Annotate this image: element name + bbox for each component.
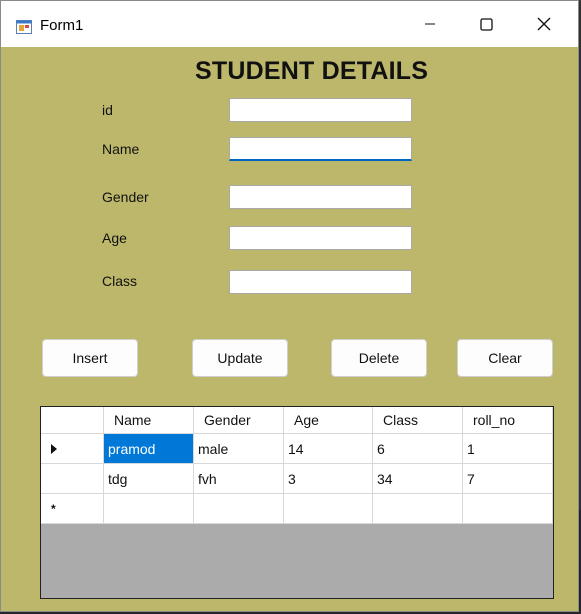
- grid-cell-gender[interactable]: [194, 494, 284, 524]
- gender-field[interactable]: [229, 185, 412, 209]
- grid-header-row: Name Gender Age Class roll_no: [41, 407, 553, 437]
- column-header-age[interactable]: Age: [284, 407, 373, 434]
- app-icon: [16, 20, 32, 34]
- column-header-roll-no[interactable]: roll_no: [463, 407, 553, 434]
- grid-cell-roll-no[interactable]: 1: [463, 434, 553, 464]
- gender-label: Gender: [102, 189, 149, 205]
- form-client-area: STUDENT DETAILS id Name Gender Age Class…: [1, 47, 578, 611]
- id-field[interactable]: [229, 98, 412, 122]
- maximize-button[interactable]: [457, 1, 515, 47]
- update-button[interactable]: Update: [192, 339, 288, 377]
- new-row[interactable]: *: [41, 494, 553, 524]
- class-label: Class: [102, 273, 138, 289]
- form1-window: Form1 STUDENT DETAILS id Name Gender Age…: [0, 0, 579, 612]
- grid-cell-name[interactable]: pramod: [104, 434, 194, 464]
- row-header[interactable]: [41, 434, 104, 464]
- page-title: STUDENT DETAILS: [195, 57, 429, 85]
- grid-cell-roll-no[interactable]: [463, 494, 553, 524]
- name-field[interactable]: [229, 137, 412, 161]
- grid-cell-roll-no[interactable]: 7: [463, 464, 553, 494]
- grid-cell-name[interactable]: tdg: [104, 464, 194, 494]
- new-row-star-icon: *: [51, 501, 56, 516]
- grid-cell-gender[interactable]: fvh: [194, 464, 284, 494]
- column-header-gender[interactable]: Gender: [194, 407, 284, 434]
- age-field[interactable]: [229, 226, 412, 250]
- minimize-button[interactable]: [401, 1, 459, 47]
- row-header[interactable]: [41, 464, 104, 494]
- current-row-arrow-icon: [51, 443, 57, 454]
- age-label: Age: [102, 230, 127, 246]
- close-button[interactable]: [515, 1, 573, 47]
- window-title: Form1: [40, 17, 84, 34]
- column-header-class[interactable]: Class: [373, 407, 463, 434]
- delete-button[interactable]: Delete: [331, 339, 427, 377]
- table-row[interactable]: tdg fvh 3 34 7: [41, 464, 553, 494]
- close-icon: [537, 17, 551, 31]
- grid-cell-age[interactable]: [284, 494, 373, 524]
- grid-cell-gender[interactable]: male: [194, 434, 284, 464]
- grid-cell-age[interactable]: 3: [284, 464, 373, 494]
- grid-cell-name[interactable]: [104, 494, 194, 524]
- title-bar[interactable]: Form1: [1, 1, 578, 47]
- grid-cell-age[interactable]: 14: [284, 434, 373, 464]
- table-row[interactable]: pramod male 14 6 1: [41, 434, 553, 464]
- grid-cell-class[interactable]: 34: [373, 464, 463, 494]
- id-label: id: [102, 102, 113, 118]
- grid-cell-class[interactable]: 6: [373, 434, 463, 464]
- students-data-grid[interactable]: Name Gender Age Class roll_no pramod mal…: [40, 406, 554, 599]
- name-label: Name: [102, 141, 140, 157]
- grid-cell-class[interactable]: [373, 494, 463, 524]
- row-header[interactable]: *: [41, 494, 104, 524]
- maximize-icon: [479, 17, 493, 31]
- class-field[interactable]: [229, 270, 412, 294]
- minimize-icon: [425, 23, 435, 25]
- column-header-name[interactable]: Name: [104, 407, 194, 434]
- grid-corner-cell[interactable]: [41, 407, 104, 434]
- clear-button[interactable]: Clear: [457, 339, 553, 377]
- insert-button[interactable]: Insert: [42, 339, 138, 377]
